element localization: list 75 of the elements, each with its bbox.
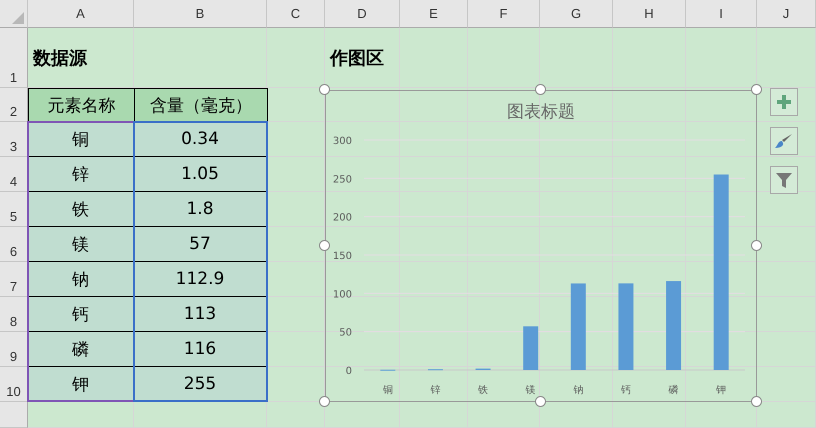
row-header[interactable]: 5 — [0, 192, 28, 227]
section-title: 作图区 — [330, 47, 384, 70]
category-label: 磷 — [668, 385, 679, 396]
chart-style-button[interactable] — [770, 127, 798, 155]
column-header[interactable]: H — [613, 0, 686, 28]
category-label: 锌 — [430, 385, 440, 396]
resize-handle[interactable] — [319, 240, 330, 251]
category-label: 镁 — [526, 385, 536, 396]
bar — [523, 326, 538, 370]
table-cell: 112.9 — [134, 262, 267, 297]
add-element-button[interactable] — [770, 88, 798, 116]
row-header[interactable]: 2 — [0, 88, 28, 122]
chart-frame[interactable]: 图表标题 0 50 100 150 200 250 300 铜 锌 铁 镁 钠 钙 磷 钾 — [325, 90, 757, 402]
resize-handle[interactable] — [535, 396, 546, 407]
table-cell: 1.8 — [134, 192, 267, 227]
table-cell: 116 — [134, 332, 267, 367]
resize-handle[interactable] — [751, 396, 762, 407]
column-header[interactable]: I — [686, 0, 757, 28]
table-cell: 0.34 — [134, 122, 267, 157]
chart-filter-button[interactable] — [770, 166, 798, 194]
category-label: 钠 — [573, 385, 584, 396]
table-cell: 57 — [134, 227, 267, 262]
category-label: 铁 — [478, 385, 488, 396]
axis-tick-label: 300 — [332, 136, 352, 147]
resize-handle[interactable] — [751, 84, 762, 95]
row-header[interactable]: 7 — [0, 262, 28, 297]
table-cell: 铁 — [28, 192, 134, 227]
table-cell: 1.05 — [134, 157, 267, 192]
axis-tick-label: 50 — [339, 328, 352, 339]
table-header-cell: 元素名称 — [28, 88, 135, 123]
triangle-icon — [12, 12, 24, 24]
table-cell: 钠 — [28, 262, 134, 297]
row-header[interactable] — [0, 402, 28, 428]
table-cell: 113 — [134, 297, 267, 332]
chart-title: 图表标题 — [507, 102, 575, 122]
column-header[interactable]: F — [468, 0, 540, 28]
column-header[interactable]: A — [28, 0, 134, 28]
axis-tick-label: 250 — [332, 174, 352, 186]
row-header[interactable]: 4 — [0, 157, 28, 192]
column-header[interactable]: E — [400, 0, 468, 28]
category-label: 钙 — [620, 385, 631, 396]
table-cell: 锌 — [28, 157, 134, 192]
category-label: 钾 — [716, 385, 726, 396]
column-header[interactable]: J — [757, 0, 816, 28]
resize-handle[interactable] — [751, 240, 762, 251]
axis-tick-label: 150 — [332, 251, 352, 262]
resize-handle[interactable] — [535, 84, 546, 95]
table-header-cell: 含量（毫克） — [134, 88, 268, 123]
filter-icon — [775, 171, 793, 189]
section-title: 数据源 — [33, 47, 87, 70]
row-header[interactable]: 8 — [0, 297, 28, 332]
table-cell: 钙 — [28, 297, 134, 332]
row-header[interactable]: 10 — [0, 367, 28, 402]
column-header[interactable]: G — [540, 0, 613, 28]
row-header[interactable]: 1 — [0, 28, 28, 88]
table-cell: 铜 — [28, 122, 134, 157]
row-header[interactable]: 6 — [0, 227, 28, 262]
axis-tick-label: 0 — [346, 366, 352, 377]
column-header[interactable]: B — [134, 0, 267, 28]
axis-tick-label: 100 — [332, 289, 352, 300]
row-header[interactable]: 3 — [0, 122, 28, 157]
category-label: 铜 — [382, 385, 393, 396]
table-cell: 磷 — [28, 332, 134, 367]
table-cell: 钾 — [28, 367, 134, 402]
brush-icon — [775, 133, 793, 149]
column-header[interactable]: D — [325, 0, 400, 28]
axis-tick-label: 200 — [332, 212, 352, 224]
column-header[interactable]: C — [267, 0, 325, 28]
table-cell: 镁 — [28, 227, 134, 262]
select-all-corner[interactable] — [0, 0, 28, 28]
row-header[interactable]: 9 — [0, 332, 28, 367]
plus-icon — [777, 95, 791, 109]
resize-handle[interactable] — [319, 84, 330, 95]
resize-handle[interactable] — [319, 396, 330, 407]
table-cell: 255 — [134, 367, 267, 402]
